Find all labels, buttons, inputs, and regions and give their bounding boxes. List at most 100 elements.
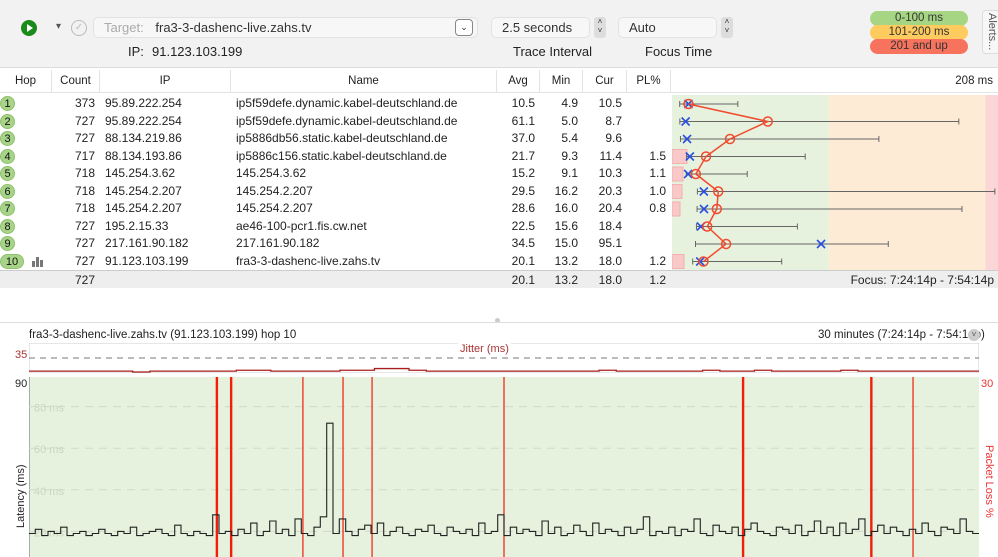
col-header-pl[interactable]: PL% — [627, 70, 671, 92]
hop-name: 145.254.2.207 — [236, 201, 313, 215]
table-row[interactable]: 5 718 145.254.3.62 145.254.3.62 15.2 9.1 … — [0, 165, 672, 183]
focus-time-label: Focus Time — [645, 44, 713, 59]
hop-number-badge: 4 — [0, 148, 15, 164]
hop-ip: 145.254.3.62 — [105, 166, 176, 180]
alerts-button[interactable]: Alerts... — [982, 10, 998, 54]
summary-cur: 18.0 — [598, 273, 622, 287]
col-header-avg[interactable]: Avg — [497, 70, 540, 92]
hop-avg: 28.6 — [511, 201, 535, 215]
col-header-hop[interactable]: Hop — [0, 70, 52, 92]
hop-min: 13.2 — [554, 253, 578, 268]
packet-loss-bar — [672, 166, 684, 182]
ip-value: 91.123.103.199 — [152, 44, 243, 59]
graph-max-label: 208 ms — [955, 75, 993, 87]
target-value: fra3-3-dashenc-live.zahs.tv — [155, 20, 312, 35]
hop-cur: 10.5 — [598, 96, 622, 110]
focus-time-stepper[interactable]: ˄ ˅ — [721, 17, 733, 38]
hop-ip: 95.89.222.254 — [105, 96, 182, 110]
table-row[interactable]: 6 718 145.254.2.207 145.254.2.207 29.5 16… — [0, 183, 672, 201]
hop-number-badge: 5 — [0, 166, 15, 181]
hop-min: 15.0 — [554, 236, 578, 250]
play-icon — [27, 24, 33, 32]
table-row[interactable]: 2 727 95.89.222.254 ip5f59defe.dynamic.ka… — [0, 113, 672, 131]
hop-cur: 11.4 — [599, 148, 622, 163]
hop-number-badge: 1 — [0, 96, 15, 111]
table-row[interactable]: 7 718 145.254.2.207 145.254.2.207 28.6 16… — [0, 200, 672, 218]
hop-count: 718 — [74, 201, 95, 215]
hop-count: 718 — [74, 166, 95, 180]
hop-ip: 95.89.222.254 — [105, 113, 182, 128]
hop-avg: 21.7 — [511, 148, 535, 163]
hop-min: 9.1 — [561, 166, 578, 180]
bar-chart-icon[interactable] — [32, 256, 44, 267]
packet-loss-bar — [672, 254, 685, 269]
col-header-min[interactable]: Min — [540, 70, 583, 92]
trace-interval-stepper[interactable]: ˄ ˅ — [594, 17, 606, 38]
hop-cur: 95.1 — [598, 236, 622, 250]
hop-cur: 20.4 — [598, 201, 622, 215]
table-row[interactable]: 3 727 88.134.219.86 ip5886db56.static.kab… — [0, 130, 672, 148]
packet-loss-bar — [672, 184, 683, 199]
hop-avg: 29.5 — [511, 183, 535, 198]
hop-avg: 37.0 — [511, 131, 535, 145]
hop-avg: 22.5 — [511, 218, 535, 233]
gridline-label: 60 ms — [34, 444, 64, 456]
hop-min: 15.6 — [554, 218, 578, 233]
trace-interval-input[interactable]: 2.5 seconds — [491, 17, 590, 38]
table-row[interactable]: 4 717 88.134.193.86 ip5886c156.static.kab… — [0, 148, 672, 166]
col-header-count[interactable]: Count — [52, 70, 100, 92]
hop-name: 217.161.90.182 — [236, 236, 320, 250]
latency-top-tick: 90 — [15, 378, 28, 390]
hop-number-badge: 9 — [0, 236, 15, 251]
target-input[interactable]: Target: fra3-3-dashenc-live.zahs.tv ⌄ — [93, 17, 478, 38]
table-row[interactable]: 8 727 195.2.15.33 ae46-100-pcr1.fis.cw.ne… — [0, 218, 672, 236]
summary-avg: 20.1 — [511, 273, 535, 287]
check-circle-icon[interactable]: ✓ — [71, 20, 87, 36]
hop-name: ip5f59defe.dynamic.kabel-deutschland.de — [236, 113, 458, 128]
hop-avg: 61.1 — [511, 113, 535, 128]
col-header-ip[interactable]: IP — [100, 70, 231, 92]
hop-number-badge: 6 — [0, 183, 15, 199]
gridline-label: 40 ms — [34, 486, 64, 498]
focus-time-input[interactable]: Auto — [618, 17, 717, 38]
alerts-label: Alerts... — [986, 13, 998, 51]
hop-number-badge: 3 — [0, 131, 15, 146]
legend-yellow: 101-200 ms — [870, 25, 968, 40]
chevron-down-icon[interactable]: ˅ — [968, 329, 980, 341]
hop-avg: 20.1 — [511, 253, 535, 268]
col-header-cur[interactable]: Cur — [583, 70, 627, 92]
gridline-label: 80 ms — [34, 403, 64, 415]
hop-min: 5.4 — [561, 131, 578, 145]
table-row[interactable]: 1 373 95.89.222.254 ip5f59defe.dynamic.ka… — [0, 95, 672, 113]
target-label: Target: — [104, 20, 144, 35]
hop-number-badge: 8 — [0, 218, 15, 234]
hop-name: 145.254.3.62 — [236, 166, 307, 180]
hop-ip: 195.2.15.33 — [105, 218, 169, 233]
hop-number-badge: 10 — [0, 253, 24, 269]
hop-pl: 0.8 — [649, 201, 666, 215]
table-row[interactable]: 10 727 91.123.103.199 fra3-3-dashenc-live… — [0, 253, 672, 271]
summary-count: 727 — [74, 273, 95, 287]
hop-cur: 10.3 — [598, 166, 622, 180]
hop-ip: 145.254.2.207 — [105, 201, 182, 215]
play-button[interactable] — [21, 20, 37, 36]
hop-cur: 9.6 — [605, 131, 622, 145]
hop-ip: 88.134.219.86 — [105, 131, 182, 145]
hop-ip: 91.123.103.199 — [105, 253, 189, 268]
zone-bad — [985, 95, 998, 270]
col-header-name[interactable]: Name — [231, 70, 497, 92]
ip-label: IP: — [128, 44, 144, 59]
chevron-down-icon[interactable]: ▾ — [56, 21, 61, 32]
table-row[interactable]: 9 727 217.161.90.182 217.161.90.182 34.5 … — [0, 235, 672, 253]
hop-number-badge: 2 — [0, 113, 15, 129]
hop-name: fra3-3-dashenc-live.zahs.tv — [236, 253, 381, 268]
latency-chart: 80 ms60 ms40 ms20 ms — [29, 377, 979, 557]
hop-count: 373 — [74, 96, 95, 110]
target-dropdown-button[interactable]: ⌄ — [455, 19, 473, 36]
time-range-selector[interactable]: 30 minutes (7:24:14p - 7:54:14p) — [818, 329, 985, 341]
timeline-title: fra3-3-dashenc-live.zahs.tv (91.123.103.… — [29, 329, 297, 341]
hop-count: 718 — [74, 183, 95, 198]
hop-count: 727 — [74, 236, 95, 250]
hop-cur: 18.4 — [598, 218, 622, 233]
latency-axis-label: Latency (ms) — [15, 464, 27, 528]
